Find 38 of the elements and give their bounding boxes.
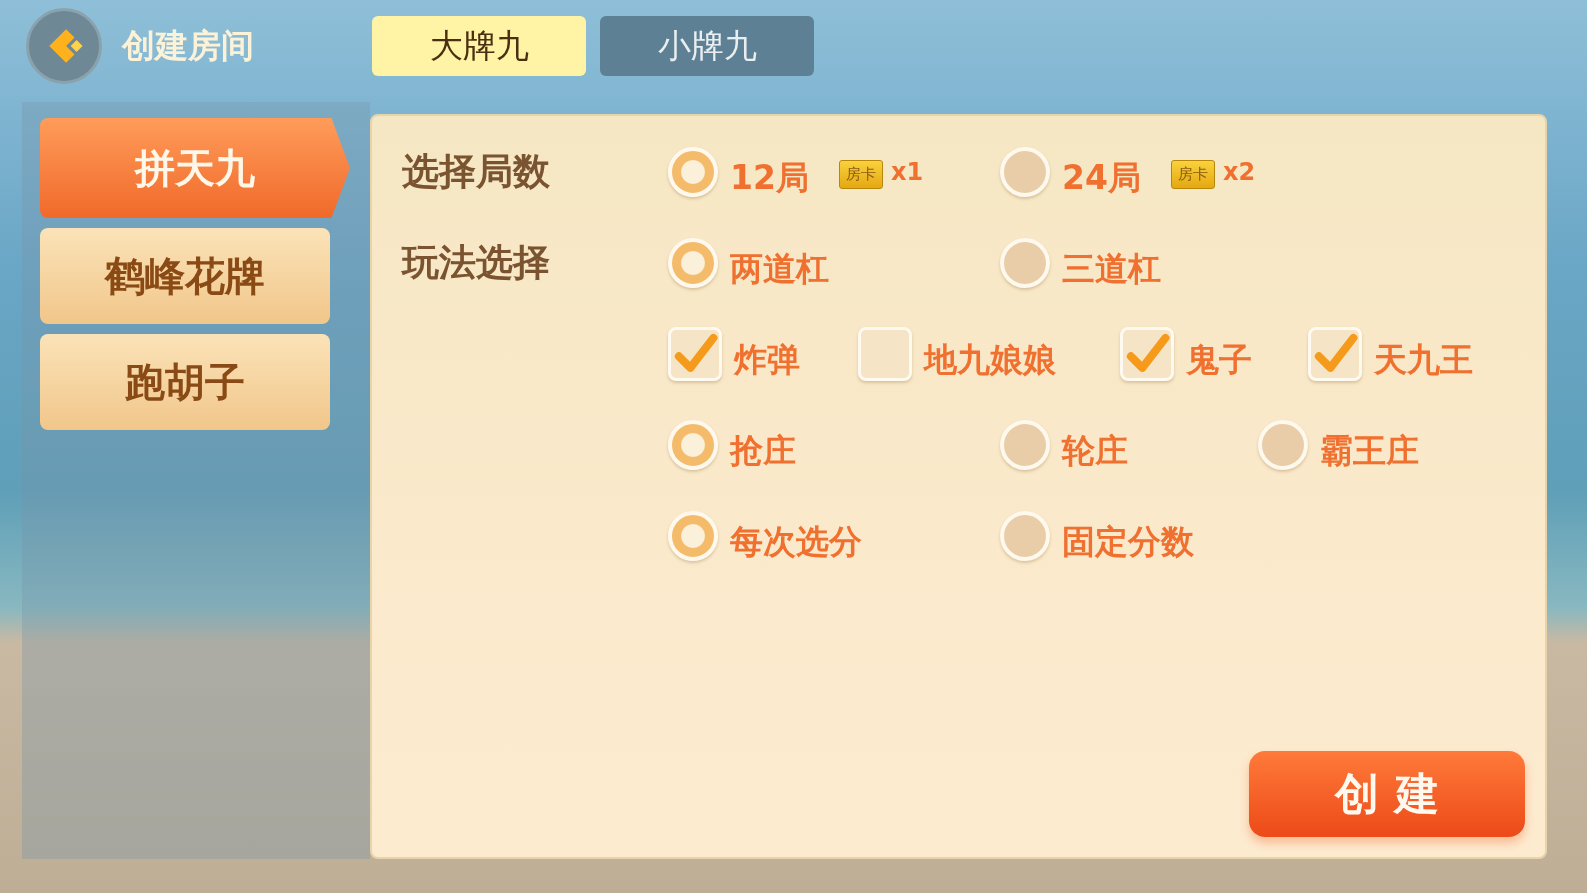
option-label: 霸王庄 bbox=[1320, 430, 1419, 472]
game-tab[interactable]: 小牌九 bbox=[600, 16, 814, 76]
radio-button[interactable] bbox=[668, 510, 718, 561]
radio-button[interactable] bbox=[1000, 419, 1050, 470]
game-tab[interactable]: 大牌九 bbox=[372, 16, 586, 76]
radio-button[interactable] bbox=[1000, 510, 1050, 561]
option-label: 24局 bbox=[1062, 157, 1141, 199]
room-card-badge: 房卡 bbox=[838, 160, 883, 189]
option-label: 炸弹 bbox=[734, 339, 800, 381]
checkbox[interactable] bbox=[1120, 326, 1174, 381]
option-label: 两道杠 bbox=[730, 248, 829, 290]
option-label: 三道杠 bbox=[1062, 248, 1161, 290]
radio-button[interactable] bbox=[1258, 419, 1308, 470]
option-label: 每次选分 bbox=[730, 521, 862, 563]
setting-label: 玩法选择 bbox=[402, 240, 550, 284]
checkbox[interactable] bbox=[858, 326, 912, 381]
radio-button[interactable] bbox=[1000, 237, 1050, 288]
create-button[interactable]: 创 建 bbox=[1249, 751, 1525, 837]
checkbox[interactable] bbox=[1308, 326, 1362, 381]
option-label: 天九王 bbox=[1374, 339, 1473, 381]
page-title: 创建房间 bbox=[122, 24, 255, 67]
option-label: 鬼子 bbox=[1186, 339, 1252, 381]
setting-label: 选择局数 bbox=[402, 149, 550, 193]
game-menu-item[interactable]: 鹤峰花牌 bbox=[40, 228, 330, 324]
radio-button[interactable] bbox=[668, 419, 718, 470]
radio-button[interactable] bbox=[668, 237, 718, 288]
radio-button[interactable] bbox=[668, 146, 718, 197]
room-card-badge: 房卡 bbox=[1170, 160, 1215, 189]
option-label: 12局 bbox=[730, 157, 809, 199]
card-multiplier: x1 bbox=[890, 157, 924, 186]
option-label: 固定分数 bbox=[1062, 521, 1194, 563]
option-label: 抢庄 bbox=[730, 430, 796, 472]
game-menu-item[interactable]: 跑胡子 bbox=[40, 334, 330, 430]
checkbox[interactable] bbox=[668, 326, 722, 381]
card-multiplier: x2 bbox=[1222, 157, 1256, 186]
option-label: 地九娘娘 bbox=[924, 339, 1056, 381]
option-label: 轮庄 bbox=[1062, 430, 1128, 472]
radio-button[interactable] bbox=[1000, 146, 1050, 197]
